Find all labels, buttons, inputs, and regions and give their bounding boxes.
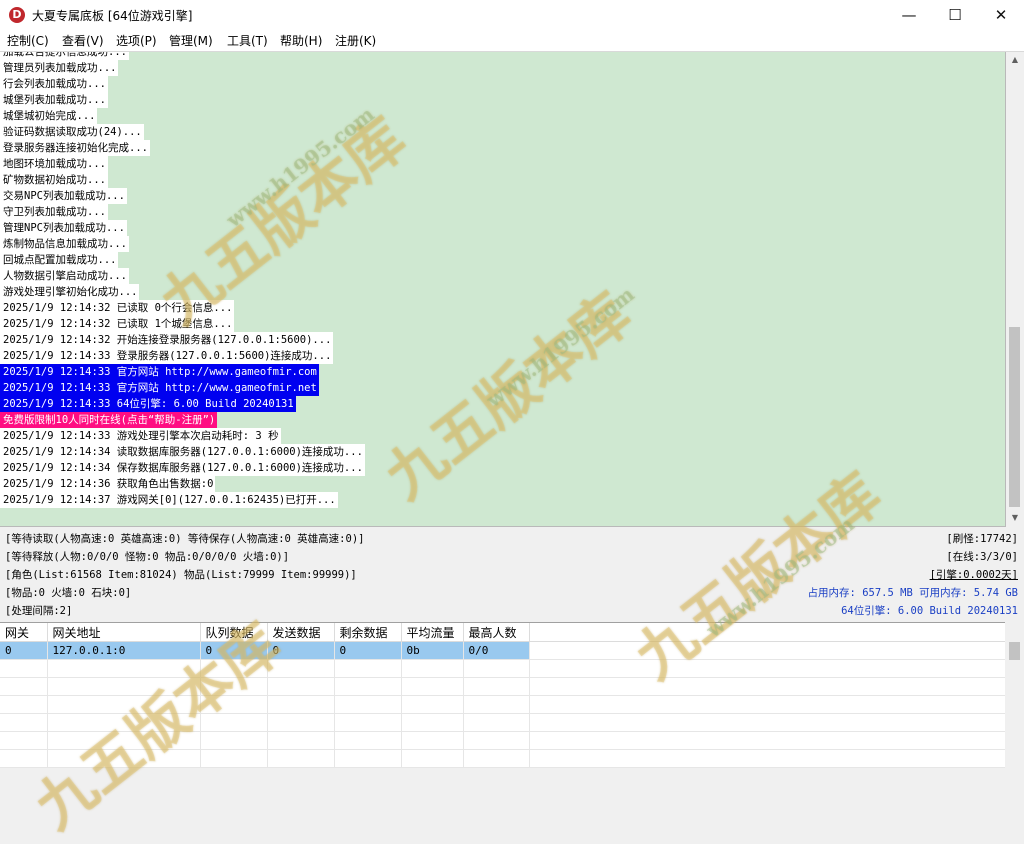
col-gateway-address[interactable]: 网关地址 [47,623,201,642]
log-line: 人物数据引擎启动成功... [0,268,129,284]
log-line: 2025/1/9 12:14:36 获取角色出售数据:0 [0,476,216,492]
status-version: 64位引擎: 6.00 Build 20240131 [841,605,1018,617]
menu-tools[interactable]: 工具(T) [227,32,268,49]
cell-queue: 0 [200,641,268,660]
log-line: 2025/1/9 12:14:33 游戏处理引擎本次启动耗时: 3 秒 [0,428,281,444]
status-wait-release: [等待释放(人物:0/0/0 怪物:0 物品:0/0/0/0 火墙:0)] [5,551,290,563]
status-role-items: [角色(List:61568 Item:81024) 物品(List:79999… [5,569,357,581]
log-line: 交易NPC列表加载成功... [0,188,127,204]
scroll-thumb[interactable] [1009,327,1020,507]
table-row[interactable]: 0 127.0.0.1:0 0 0 0 0b 0/0 [0,641,1005,660]
table-row-empty [0,659,1005,678]
status-refresh: [刷怪:17742] [946,533,1018,545]
cell-traffic: 0b [401,641,464,660]
col-filler [529,623,1005,642]
cell-address: 127.0.0.1:0 [47,641,201,660]
log-line: 2025/1/9 12:14:33 官方网站 http://www.gameof… [0,364,319,380]
menu-view[interactable]: 查看(V) [62,32,104,49]
title-bar: D 大夏专属底板 [64位游戏引擎] — ☐ ✕ [0,0,1024,30]
log-line: 2025/1/9 12:14:33 官方网站 http://www.gameof… [0,380,319,396]
cell-max-users: 0/0 [463,641,530,660]
menu-register[interactable]: 注册(K) [335,32,376,49]
col-max-users[interactable]: 最高人数 [463,623,530,642]
log-line: 2025/1/9 12:14:33 64位引擎: 6.00 Build 2024… [0,396,296,412]
log-line: 管理员列表加载成功... [0,60,119,76]
app-icon: D [9,7,25,23]
table-row-empty [0,749,1005,768]
status-engine-time: [引擎:0.0002天] [929,569,1018,581]
log-line: 矿物数据初始成功... [0,172,108,188]
table-header-row: 网关 网关地址 队列数据 发送数据 剩余数据 平均流量 最高人数 [0,623,1005,642]
col-queue-data[interactable]: 队列数据 [200,623,268,642]
log-line: 炼制物品信息加载成功... [0,236,129,252]
gateway-table: 网关 网关地址 队列数据 发送数据 剩余数据 平均流量 最高人数 0 127.0… [0,623,1005,768]
cell-sent: 0 [267,641,335,660]
log-line: 登录服务器连接初始化完成... [0,140,150,156]
col-sent-data[interactable]: 发送数据 [267,623,335,642]
cell-remaining: 0 [334,641,402,660]
window-title: 大夏专属底板 [64位游戏引擎] [32,9,193,23]
col-remaining-data[interactable]: 剩余数据 [334,623,402,642]
log-line: 管理NPC列表加载成功... [0,220,127,236]
table-row-empty [0,677,1005,696]
log-line: 2025/1/9 12:14:32 已读取 1个城堡信息... [0,316,235,332]
log-line: 城堡城初始完成... [0,108,98,124]
status-wait-read: [等待读取(人物高速:0 英雄高速:0) 等待保存(人物高速:0 英雄高速:0)… [5,533,365,545]
table-scrollbar[interactable] [1006,622,1024,767]
status-interval: [处理间隔:2] [5,605,73,617]
log-line: 地图环境加载成功... [0,156,108,172]
status-objects: [物品:0 火墙:0 石块:0] [5,587,132,599]
gateway-table-panel[interactable]: 网关 网关地址 队列数据 发送数据 剩余数据 平均流量 最高人数 0 127.0… [0,622,1005,768]
menu-options[interactable]: 选项(P) [116,32,157,49]
log-line: 游戏处理引擎初始化成功... [0,284,140,300]
menu-bar: 控制(C) 查看(V) 选项(P) 管理(M) 工具(T) 帮助(H) 注册(K… [0,30,1024,52]
status-panel: [等待读取(人物高速:0 英雄高速:0) 等待保存(人物高速:0 英雄高速:0)… [0,527,1024,622]
cell-filler [529,641,1005,660]
log-line: 守卫列表加载成功... [0,204,108,220]
log-line: 2025/1/9 12:14:33 登录服务器(127.0.0.1:5600)连… [0,348,334,364]
log-line: 2025/1/9 12:14:37 游戏网关[0](127.0.0.1:6243… [0,492,338,508]
scroll-up-icon[interactable]: ▲ [1006,52,1024,68]
log-line: 回城点配置加载成功... [0,252,119,268]
log-panel[interactable]: 加载公告提示信息成功... 管理员列表加载成功... 行会列表加载成功... 城堡列表… [0,52,1006,527]
log-line: 行会列表加载成功... [0,76,108,92]
log-line: 验证码数据读取成功(24)... [0,124,144,140]
log-line: 2025/1/9 12:14:32 已读取 0个行会信息... [0,300,235,316]
log-line: 加载公告提示信息成功... [0,52,129,60]
log-line: 2025/1/9 12:14:32 开始连接登录服务器(127.0.0.1:56… [0,332,334,348]
table-row-empty [0,713,1005,732]
scroll-down-icon[interactable]: ▼ [1006,510,1024,526]
log-scrollbar[interactable]: ▲ ▼ [1006,52,1024,526]
col-avg-traffic[interactable]: 平均流量 [401,623,464,642]
maximize-button[interactable]: ☐ [932,0,978,30]
menu-control[interactable]: 控制(C) [7,32,49,49]
status-online: [在线:3/3/0] [946,551,1018,563]
menu-manage[interactable]: 管理(M) [169,32,213,49]
log-line: 2025/1/9 12:14:34 保存数据库服务器(127.0.0.1:600… [0,460,365,476]
table-row-empty [0,731,1005,750]
cell-gateway: 0 [0,641,48,660]
close-button[interactable]: ✕ [978,0,1024,30]
minimize-button[interactable]: — [886,0,932,30]
menu-help[interactable]: 帮助(H) [280,32,322,49]
status-memory: 占用内存: 657.5 MB 可用内存: 5.74 GB [807,587,1018,599]
col-gateway[interactable]: 网关 [0,623,48,642]
log-line: 2025/1/9 12:14:34 读取数据库服务器(127.0.0.1:600… [0,444,365,460]
table-row-empty [0,695,1005,714]
log-line: 城堡列表加载成功... [0,92,108,108]
table-scroll-thumb[interactable] [1009,642,1020,660]
log-line: 免费版限制10人同时在线(点击“帮助-注册”) [0,412,218,428]
